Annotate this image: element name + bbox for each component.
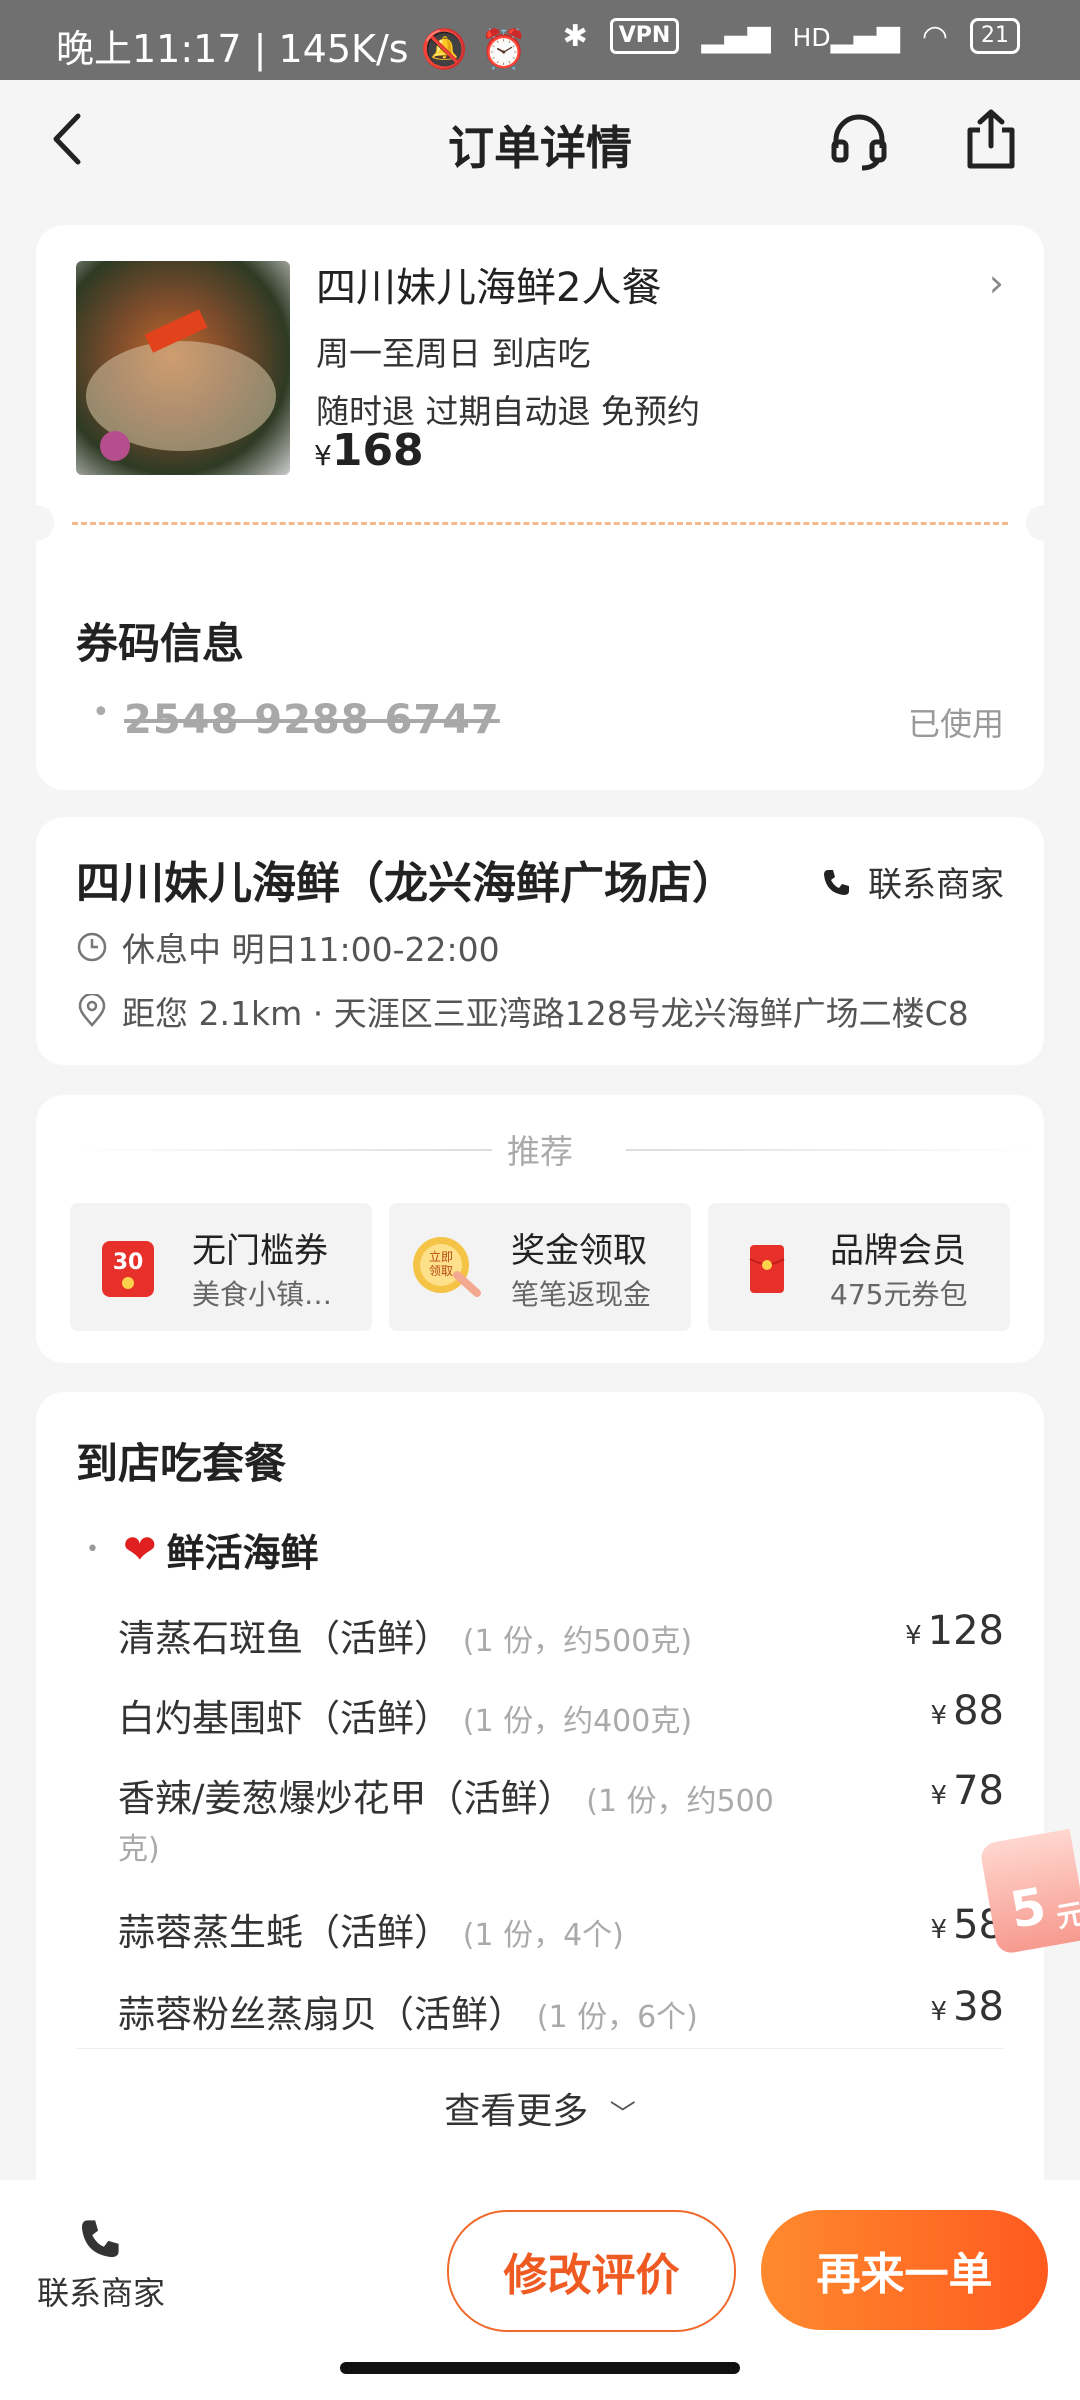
coupon-title: 券码信息 [76, 619, 245, 668]
wifi-icon: ◠ [921, 18, 948, 54]
recommend-card: 推荐 30 无门槛券 美食小镇… 立即 领取 奖金领取 笔笔返现金 品牌会员 47… [36, 1095, 1044, 1363]
package-item: 蒜蓉粉丝蒸扇贝（活鲜） (1 份，6个) [118, 1993, 698, 2036]
reorder-button[interactable]: 再来一单 [761, 2210, 1048, 2330]
recommend-item-membership[interactable]: 品牌会员 475元券包 [708, 1203, 1010, 1331]
status-left: 晚上11:17 | 145K/s 🔕 ⏰ [56, 27, 528, 71]
status-bar: 晚上11:17 | 145K/s 🔕 ⏰ ✱ VPN ▂▄▆ HD▂▄▆ ◠ 2… [0, 0, 1080, 80]
shop-hours: 休息中 明日11:00-22:00 [76, 923, 500, 971]
status-right: ✱ VPN ▂▄▆ HD▂▄▆ ◠ 21 [563, 18, 1020, 54]
battery-icon: 21 [970, 18, 1020, 54]
product-image [76, 261, 290, 475]
product-name: 四川妹儿海鲜2人餐 [316, 265, 662, 311]
customer-service-button[interactable] [826, 108, 892, 174]
package-item: 香辣/姜葱爆炒花甲（活鲜） (1 份，约500 [118, 1777, 774, 1820]
shop-card[interactable]: 四川妹儿海鲜（龙兴海鲜广场店） 联系商家 休息中 明日11:00-22:00 距… [36, 817, 1044, 1065]
signal-icon: ▂▄▆ [701, 18, 771, 54]
location-pin-icon [78, 994, 106, 1027]
package-item: 蒜蓉蒸生蚝（活鲜） (1 份，4个) [118, 1911, 624, 1954]
coupon-30-icon: 30 [100, 1239, 156, 1297]
red-packet-icon [738, 1239, 794, 1295]
coupon-code: 2548 9288 6747 [124, 697, 500, 743]
floating-red-packet[interactable]: 5 元 [978, 1828, 1080, 1956]
package-item-note-wrap: 克) [118, 1832, 160, 1867]
share-icon [967, 109, 1015, 169]
home-indicator[interactable] [340, 2362, 740, 2374]
product-schedule: 周一至周日 到店吃 [316, 334, 591, 373]
bottom-contact-button[interactable]: 联系商家 [36, 2216, 166, 2314]
mute-icon: 🔕 [420, 27, 468, 71]
alarm-icon: ⏰ [480, 27, 528, 71]
package-category: • ❤ 鲜活海鲜 [86, 1526, 319, 1576]
svg-text:领取: 领取 [429, 1264, 453, 1278]
headset-icon [831, 114, 887, 171]
vpn-icon: VPN [609, 18, 680, 54]
hd-signal-icon: HD▂▄▆ [792, 18, 900, 54]
package-item: 清蒸石斑鱼（活鲜） (1 份，约500克) [118, 1617, 693, 1660]
package-item-price: ¥38 [930, 1984, 1004, 2030]
svg-text:立即: 立即 [429, 1249, 453, 1264]
package-title: 到店吃套餐 [76, 1439, 287, 1488]
divider [72, 522, 1008, 525]
package-item-price: ¥88 [930, 1688, 1004, 1734]
product-price: ¥168 [314, 425, 424, 476]
clock-icon [77, 932, 107, 962]
edit-review-button[interactable]: 修改评价 [447, 2210, 736, 2332]
chevron-down-icon: ﹀ [609, 2100, 636, 2130]
share-button[interactable] [958, 106, 1024, 172]
package-item: 白灼基围虾（活鲜） (1 份，约400克) [118, 1697, 693, 1740]
phone-icon [81, 2220, 119, 2258]
view-more-button[interactable]: 查看更多 ﹀ [36, 2082, 1044, 2134]
bonus-claim-icon: 立即 领取 [409, 1231, 483, 1305]
page-title: 订单详情 [448, 121, 632, 175]
status-time: 晚上11:17 [56, 27, 242, 71]
svg-text:30: 30 [113, 1250, 144, 1275]
package-item-price: ¥78 [930, 1768, 1004, 1814]
shop-address[interactable]: 距您 2.1km · 天涯区三亚湾路128号龙兴海鲜广场二楼C8 [76, 987, 969, 1035]
shop-name: 四川妹儿海鲜（龙兴海鲜广场店） [76, 858, 736, 909]
chevron-right-icon: › [988, 261, 1004, 305]
recommend-item-bonus[interactable]: 立即 领取 奖金领取 笔笔返现金 [389, 1203, 691, 1331]
recommend-item-coupon[interactable]: 30 无门槛券 美食小镇… [70, 1203, 372, 1331]
status-speed: 145K/s [278, 27, 409, 71]
recommend-label: 推荐 [507, 1132, 573, 1171]
heart-icon: ❤ [122, 1526, 157, 1573]
order-card: 四川妹儿海鲜2人餐 › 周一至周日 到店吃 随时退 过期自动退 免预约 ¥168… [18, 225, 1062, 790]
title-bar: 订单详情 [0, 80, 1080, 200]
phone-icon [824, 869, 849, 895]
bluetooth-icon: ✱ [562, 18, 588, 54]
contact-merchant-button[interactable]: 联系商家 [822, 857, 1004, 906]
package-card: 到店吃套餐 • ❤ 鲜活海鲜 清蒸石斑鱼（活鲜） (1 份，约500克) ¥12… [36, 1392, 1044, 2212]
coupon-status: 已使用 [907, 705, 1004, 743]
package-item-price: ¥128 [905, 1608, 1004, 1654]
